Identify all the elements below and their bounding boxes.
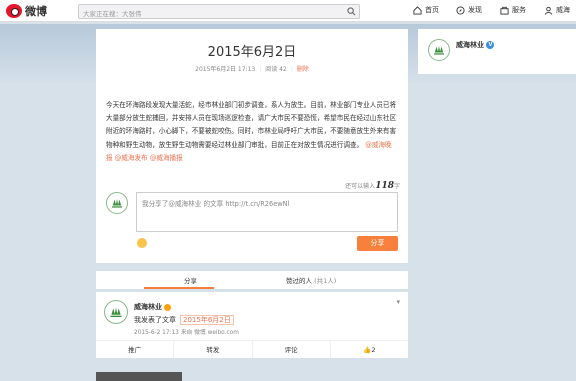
nav-home[interactable]: 首页 [413, 5, 439, 15]
nav-home-label: 首页 [425, 6, 439, 14]
share-textarea[interactable]: 我分享了@威海林业 的文章 http://t.cn/R26ewNl [136, 192, 398, 232]
nav-user[interactable]: 威海 [544, 5, 570, 15]
repost-actions: 推广 转发 评论 👍2 [96, 340, 408, 358]
repost-text: 我发表了文章 2015年6月2日 [134, 315, 234, 325]
forestry-logo-icon [105, 301, 127, 323]
user-icon [544, 6, 553, 15]
forestry-logo-icon [429, 40, 449, 60]
service-icon [500, 6, 509, 15]
article-text: 今天在环海路段发现大量活蛇，经市林业部门初步调查，系人为放生。目前，林业部门专业… [106, 101, 397, 149]
weibo-eye-icon [6, 4, 22, 18]
search-icon[interactable] [347, 7, 356, 16]
tab-share[interactable]: 分享 [184, 275, 197, 285]
nav-service[interactable]: 服务 [500, 5, 526, 15]
weibo-logo[interactable]: 微博 [6, 3, 47, 19]
nav-service-label: 服务 [512, 6, 526, 14]
article-meta: 2015年6月2日 17:13 | 阅读 42 | 删除 [195, 66, 309, 73]
search-placeholder: 大家正在搜：大张伟 [83, 10, 142, 18]
profile-name[interactable]: 威海林业 V [456, 40, 495, 50]
bottom-toolbar[interactable] [96, 372, 182, 381]
article-body: 今天在环海路段发现大量活蛇，经市林业部门初步调查，系人为放生。目前，林业部门专业… [106, 99, 398, 165]
likes-count: (共1人) [314, 277, 337, 285]
promote-button[interactable]: 推广 [96, 341, 175, 358]
share-button[interactable]: 分享 [357, 236, 398, 251]
home-icon [413, 5, 422, 15]
search-input[interactable]: 大家正在搜：大张伟 [78, 4, 360, 19]
repost-avatar[interactable] [104, 300, 128, 324]
forestry-logo-icon [107, 193, 127, 213]
article-date: 2015年6月2日 17:13 [195, 66, 256, 73]
discover-icon [456, 5, 465, 15]
tab-bar: 分享 赞过的人 (共1人) [96, 271, 408, 289]
profile-card: 威海林业 V [418, 29, 576, 74]
nav-discover[interactable]: 发现 [456, 5, 482, 15]
like-button[interactable]: 👍2 [331, 341, 408, 358]
tab-likes[interactable]: 赞过的人 (共1人) [286, 275, 336, 285]
logo-text: 微博 [25, 5, 47, 18]
nav-discover-label: 发现 [468, 6, 482, 14]
like-count: 2 [371, 346, 376, 354]
repost-date: 2015-6-2 17:13 来自 微博 weibo.com [134, 330, 239, 336]
repost-author[interactable]: 威海林业 [134, 302, 172, 312]
article-title: 2015年6月2日 [207, 45, 297, 60]
verified-icon [164, 303, 172, 311]
article-link[interactable]: 2015年6月2日 [180, 315, 234, 325]
char-counter: 还可以输入118字 [345, 181, 400, 191]
repost-item: 威海林业 ▾ 我发表了文章 2015年6月2日 2015-6-2 17:13 来自… [96, 292, 408, 358]
profile-avatar[interactable] [428, 39, 450, 61]
forward-button[interactable]: 转发 [174, 341, 253, 358]
verified-icon: V [486, 41, 495, 49]
comment-button[interactable]: 评论 [253, 341, 331, 358]
avatar[interactable] [106, 192, 128, 214]
share-textarea-text: 我分享了@威海林业 的文章 http://t.cn/R26ewNl [142, 200, 290, 208]
active-tab-indicator [144, 287, 214, 289]
char-counter-value: 118 [375, 181, 394, 191]
article-reads: 阅读 42 [265, 66, 287, 73]
nav-user-label: 威海 [556, 6, 570, 14]
chevron-down-icon[interactable]: ▾ [396, 298, 400, 306]
top-navigation-bar: 微博 大家正在搜：大张伟 首页 发现 服务 威海 [0, 0, 576, 22]
emoji-icon[interactable] [137, 238, 147, 248]
article-card: 2015年6月2日 2015年6月2日 17:13 | 阅读 42 | 删除 今天在环海… [96, 29, 408, 263]
delete-link[interactable]: 删除 [297, 66, 309, 73]
